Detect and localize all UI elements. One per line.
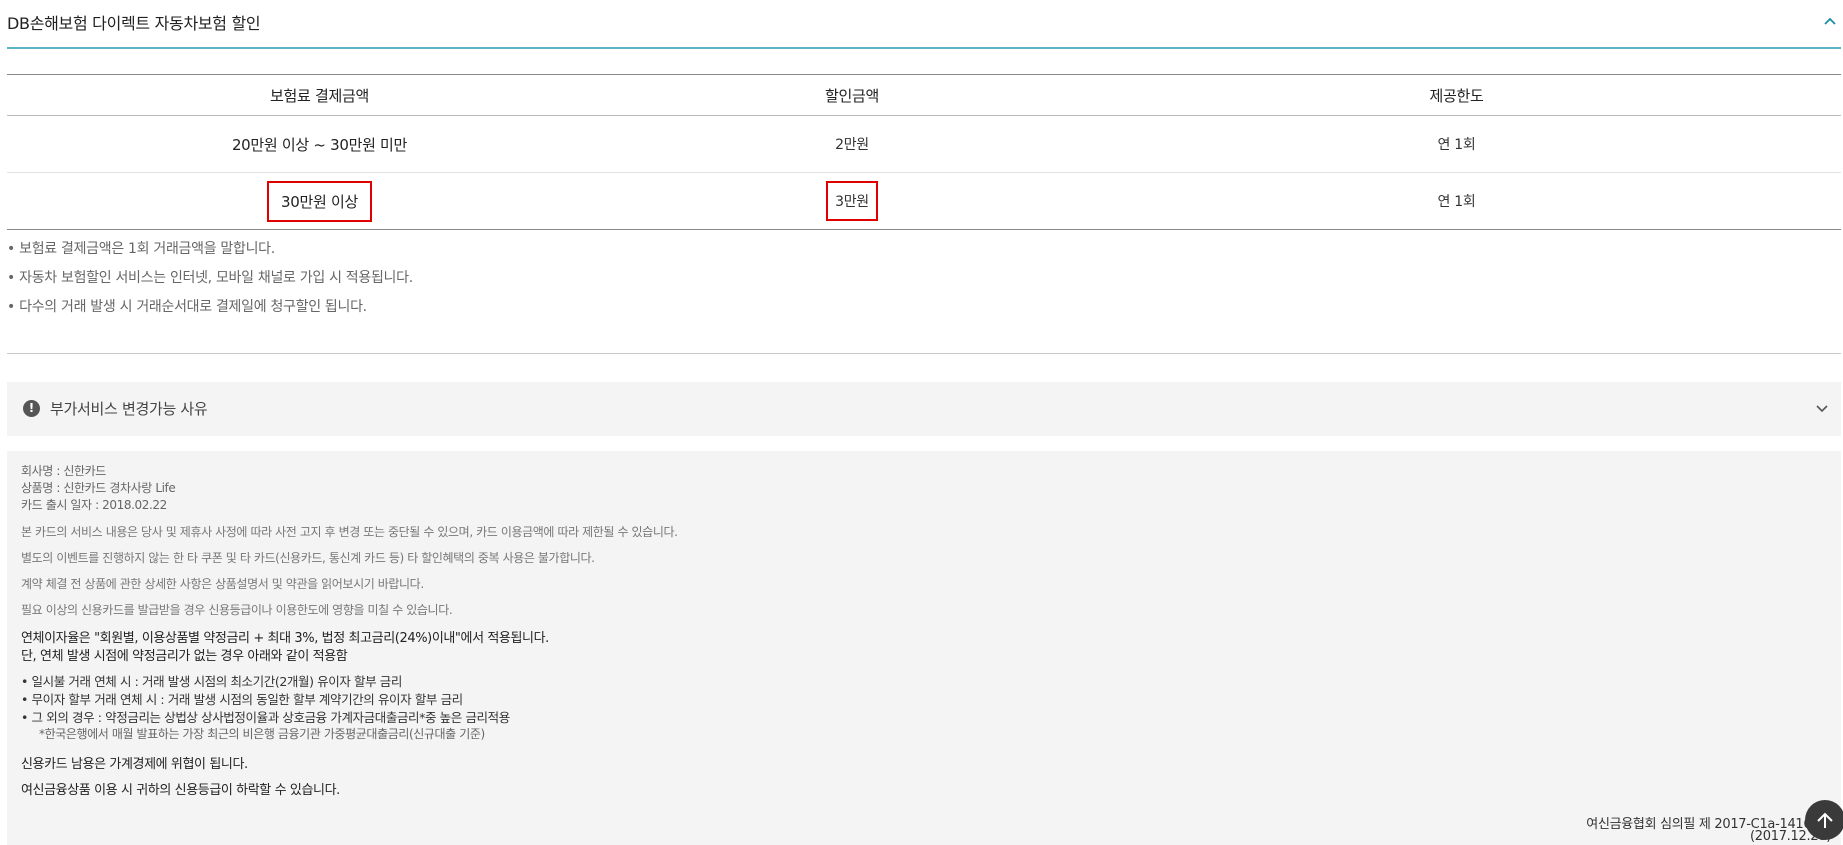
disclaimer-paragraph: 계약 체결 전 상품에 관한 상세한 사항은 상품설명서 및 약관을 읽어보시기… xyxy=(21,577,424,591)
header-discount: 할인금액 xyxy=(632,74,1072,116)
cell-limit: 연 1회 xyxy=(1437,194,1476,210)
arrow-up-icon xyxy=(1817,812,1833,828)
addon-change-accordion[interactable]: ! 부가서비스 변경가능 사유 xyxy=(7,382,1841,436)
overdue-rate-text: 단, 연체 발생 시점에 약정금리가 없는 경우 아래와 같이 적용함 xyxy=(21,649,348,664)
release-date: 카드 출시 일자 : 2018.02.22 xyxy=(21,498,167,512)
discount-table: 보험료 결제금액 할인금액 제공한도 20만원 이상 ~ 30만원 미만 2만원… xyxy=(7,74,1841,230)
cell-amount: 30만원 이상 xyxy=(7,173,632,230)
overdue-bullet: • 일시불 거래 연체 시 : 거래 발생 시점의 최소기간(2개월) 유이자 … xyxy=(21,674,402,689)
overdue-bullet: • 무이자 할부 거래 연체 시 : 거래 발생 시점의 동일한 할부 계약기간… xyxy=(21,692,463,707)
overdue-bullet: • 그 외의 경우 : 약정금리는 상법상 상사법정이율과 상호금융 가계자금대… xyxy=(21,710,510,725)
list-item: • 자동차 보험할인 서비스는 인터넷, 모바일 채널로 가입 시 적용됩니다. xyxy=(7,270,413,286)
overdue-rate-text: 연체이자율은 "회원별, 이용상품별 약정금리 + 최대 3%, 법정 최고금리… xyxy=(21,631,549,646)
cell-amount: 20만원 이상 ~ 30만원 미만 xyxy=(7,115,632,173)
warning-text: 신용카드 남용은 가계경제에 위협이 됩니다. xyxy=(21,757,248,772)
card-benefit-detail: DB손해보험 다이렉트 자동차보험 할인 보험료 결제금액 할인금액 제공한도 … xyxy=(7,0,1841,845)
header-limit: 제공한도 xyxy=(1072,74,1841,116)
addon-change-label: 부가서비스 변경가능 사유 xyxy=(50,400,208,418)
cell-discount: 2만원 xyxy=(632,115,1072,173)
header-amount: 보험료 결제금액 xyxy=(7,74,632,116)
chevron-down-icon[interactable] xyxy=(1813,400,1831,418)
list-item: • 다수의 거래 발생 시 거래순서대로 결제일에 청구할인 됩니다. xyxy=(7,299,367,315)
table-row: 30만원 이상 3만원 연 1회 xyxy=(7,173,1841,230)
disclaimer-paragraph: 본 카드의 서비스 내용은 당사 및 제휴사 사정에 따라 사전 고지 후 변경… xyxy=(21,525,678,539)
list-item: • 보험료 결제금액은 1회 거래금액을 말합니다. xyxy=(7,241,275,257)
table-header-row: 보험료 결제금액 할인금액 제공한도 xyxy=(7,74,1841,116)
exclamation-icon: ! xyxy=(23,400,40,417)
product-name: 상품명 : 신한카드 경차사랑 Life xyxy=(21,481,176,495)
disclaimer-paragraph: 필요 이상의 신용카드를 발급받을 경우 신용등급이나 이용한도에 영향을 미칠… xyxy=(21,603,453,617)
accordion-header[interactable]: DB손해보험 다이렉트 자동차보험 할인 xyxy=(7,0,1841,49)
highlight-box: 3만원 xyxy=(826,181,878,221)
overdue-footnote: *한국은행에서 매월 발표하는 가장 최근의 비은행 금융기관 가중평균대출금리… xyxy=(39,727,485,741)
disclaimer-box: 회사명 : 신한카드 상품명 : 신한카드 경차사랑 Life 카드 출시 일자… xyxy=(7,451,1841,845)
accordion-title: DB손해보험 다이렉트 자동차보험 할인 xyxy=(7,14,261,33)
cell-limit: 연 1회 xyxy=(1072,115,1841,173)
highlight-box: 30만원 이상 xyxy=(267,180,372,222)
cell-discount: 3만원 xyxy=(632,173,1072,230)
table-row: 20만원 이상 ~ 30만원 미만 2만원 연 1회 xyxy=(7,115,1841,173)
warning-text: 여신금융상품 이용 시 귀하의 신용등급이 하락할 수 있습니다. xyxy=(21,783,340,798)
chevron-up-icon[interactable] xyxy=(1821,12,1839,30)
company-name: 회사명 : 신한카드 xyxy=(21,464,106,478)
notes-list: • 보험료 결제금액은 1회 거래금액을 말합니다. • 자동차 보험할인 서비… xyxy=(7,238,413,325)
divider xyxy=(7,353,1841,354)
disclaimer-paragraph: 별도의 이벤트를 진행하지 않는 한 타 쿠폰 및 타 카드(신용카드, 통신계… xyxy=(21,551,595,565)
scroll-top-button[interactable] xyxy=(1805,800,1843,840)
